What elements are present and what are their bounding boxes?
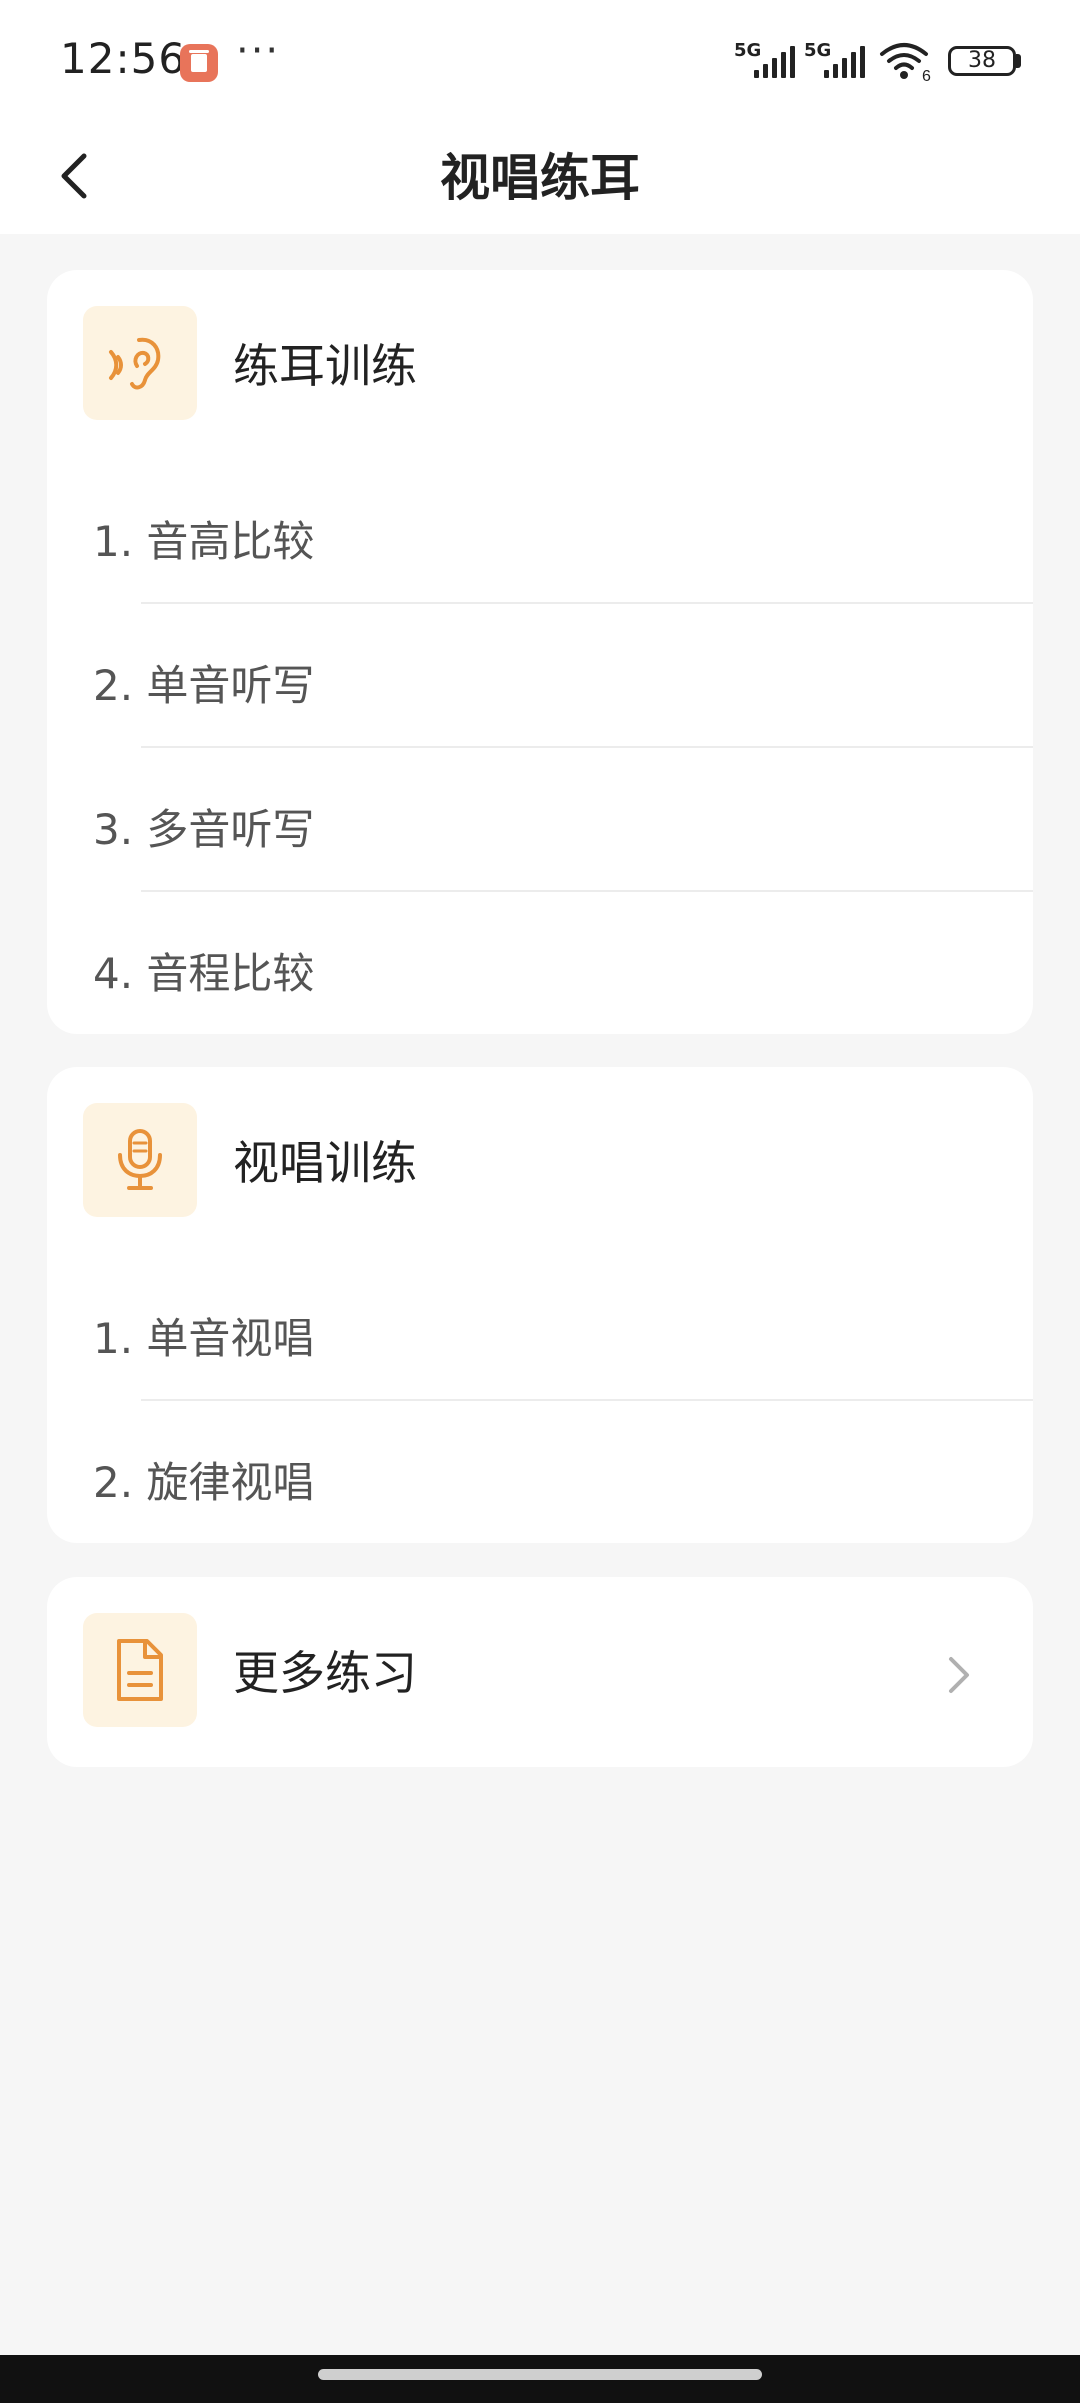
list-item-single-note-sight-singing[interactable]: 1. 单音视唱 (47, 1257, 1033, 1401)
ear-icon-box (83, 306, 197, 420)
document-icon-box (83, 1613, 197, 1727)
app-notification-icon (180, 44, 218, 82)
list-item-interval-compare[interactable]: 4. 音程比较 (47, 892, 1033, 1036)
wifi-icon: 6 (878, 40, 934, 85)
list-item-single-note-dictation[interactable]: 2. 单音听写 (47, 604, 1033, 748)
network-type-label-2: 5G (804, 40, 832, 61)
network-type-label: 5G (734, 40, 762, 61)
more-notifications-icon: ··· (236, 28, 281, 74)
battery-tip (1016, 54, 1021, 68)
list-item-label: 1. 音高比较 (93, 517, 315, 566)
list-item-pitch-compare[interactable]: 1. 音高比较 (47, 460, 1033, 604)
list-item-melody-sight-singing[interactable]: 2. 旋律视唱 (47, 1401, 1033, 1545)
ear-training-card: 练耳训练 1. 音高比较 2. 单音听写 3. 多音听写 4. 音程比较 (47, 270, 1033, 1034)
home-indicator[interactable] (318, 2369, 762, 2380)
list-item-label: 2. 旋律视唱 (93, 1458, 315, 1507)
cellular-signal-icon: 5G (734, 40, 798, 80)
list-item-label: 2. 单音听写 (93, 661, 315, 710)
sight-singing-title: 视唱训练 (233, 1136, 417, 1190)
list-item-label: 1. 单音视唱 (93, 1314, 315, 1363)
ear-training-title: 练耳训练 (233, 339, 417, 393)
list-item-label: 4. 音程比较 (93, 949, 315, 998)
nav-header: 视唱练耳 (0, 120, 1080, 234)
list-item-multi-note-dictation[interactable]: 3. 多音听写 (47, 748, 1033, 892)
microphone-icon-box (83, 1103, 197, 1217)
page-title: 视唱练耳 (440, 149, 640, 207)
status-time: 12:56 (60, 34, 187, 83)
wifi-sub-label: 6 (922, 68, 931, 82)
more-practice-title: 更多练习 (233, 1646, 417, 1700)
microphone-icon (118, 1129, 162, 1190)
cellular-signal-icon-2: 5G (804, 40, 868, 80)
list-item-label: 3. 多音听写 (93, 805, 315, 854)
ear-icon (109, 337, 161, 390)
status-bar: 12:56 ··· 5G 5G 6 38 (0, 0, 1080, 120)
chevron-right-icon (949, 1657, 969, 1693)
document-icon (117, 1639, 163, 1701)
sight-singing-card: 视唱训练 1. 单音视唱 2. 旋律视唱 (47, 1067, 1033, 1543)
more-practice-card[interactable]: 更多练习 (47, 1577, 1033, 1767)
battery-icon: 38 (948, 46, 1016, 76)
